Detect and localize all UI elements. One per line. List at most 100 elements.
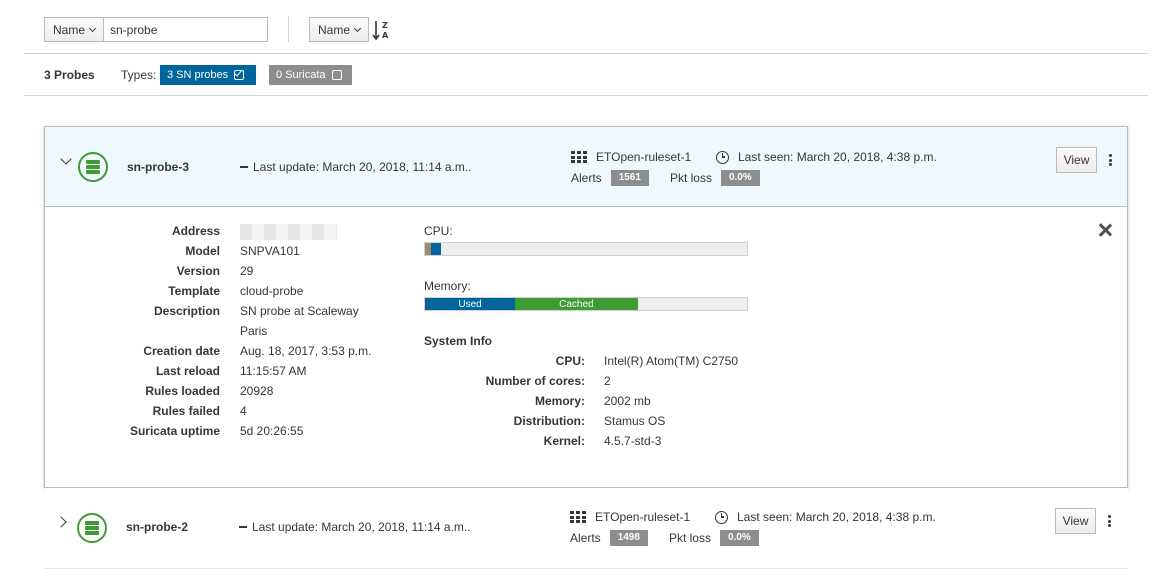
probe-metrics: Alerts 1561 Pkt loss 0.0% xyxy=(571,170,760,186)
system-info-key: CPU: xyxy=(555,354,585,368)
detail-key: Version xyxy=(176,264,220,278)
probe-row[interactable]: sn-probe-2 Last update: March 20, 2018, … xyxy=(44,488,1128,569)
filter-input[interactable]: sn-probe xyxy=(103,17,268,42)
last-seen: Last seen: March 20, 2018, 4:38 p.m. xyxy=(716,150,937,164)
memory-cached-segment: Cached xyxy=(515,298,638,310)
detail-value: 11:15:57 AM xyxy=(240,364,307,378)
filter-input-value: sn-probe xyxy=(110,22,158,37)
detail-key: Suricata uptime xyxy=(129,424,220,438)
grid-icon xyxy=(571,151,587,163)
filter-field-label: Name xyxy=(52,22,85,37)
chevron-right-icon[interactable] xyxy=(55,516,67,528)
detail-value: 20928 xyxy=(240,384,274,398)
probe-details: Address Model SNPVA101 Version 29 Template clo… xyxy=(45,207,1127,487)
memory-cached-label: Cached xyxy=(559,298,594,310)
detail-value: SNPVA101 xyxy=(240,244,300,258)
checkbox-checked-icon xyxy=(234,70,245,80)
detail-key: Model xyxy=(185,244,220,258)
detail-key: Creation date xyxy=(143,344,220,358)
view-button[interactable]: View xyxy=(1056,147,1097,173)
probe-name: sn-probe-2 xyxy=(126,520,189,534)
chevron-down-icon xyxy=(88,24,97,32)
view-button[interactable]: View xyxy=(1055,508,1096,534)
memory-used-segment: Used xyxy=(425,298,516,310)
alerts-label: Alerts xyxy=(570,531,601,545)
system-info-key: Memory: xyxy=(534,394,585,408)
system-info-value: Stamus OS xyxy=(604,414,666,428)
detail-key: Rules loaded xyxy=(145,384,220,398)
toolbar-divider xyxy=(288,16,289,42)
clock-icon xyxy=(716,150,729,164)
pkt-loss-label: Pkt loss xyxy=(669,171,712,185)
system-info-title: System Info xyxy=(424,334,493,348)
last-update-text: Last update: March 20, 2018, 11:14 a.m.. xyxy=(252,520,471,534)
detail-value: SN probe at Scaleway xyxy=(240,304,359,318)
detail-value: Aug. 18, 2017, 3:53 p.m. xyxy=(240,344,372,358)
alerts-count-badge: 1498 xyxy=(609,530,648,546)
last-seen: Last seen: March 20, 2018, 4:38 p.m. xyxy=(715,510,936,524)
cpu-usage-bar xyxy=(424,242,748,256)
kebab-icon[interactable] xyxy=(1107,515,1111,527)
ruleset: ETOpen-ruleset-1 xyxy=(570,510,690,524)
detail-value: Paris xyxy=(240,324,268,338)
ruleset: ETOpen-ruleset-1 xyxy=(571,150,691,164)
dash-icon xyxy=(239,526,247,528)
memory-label: Memory: xyxy=(424,279,471,293)
memory-used-label: Used xyxy=(458,298,482,310)
system-info-key: Kernel: xyxy=(543,434,585,448)
system-info-value: Intel(R) Atom(TM) C2750 xyxy=(604,354,739,368)
probe-name: sn-probe-3 xyxy=(127,160,190,174)
probe-count: 3 Probes xyxy=(44,68,95,82)
detail-key: Template xyxy=(168,284,220,298)
last-seen-text: Last seen: March 20, 2018, 4:38 p.m. xyxy=(738,150,937,164)
server-icon xyxy=(77,513,107,543)
last-update: Last update: March 20, 2018, 11:14 a.m.. xyxy=(240,160,472,174)
sort-field-select[interactable]: Name xyxy=(309,17,369,42)
detail-key: Description xyxy=(153,304,220,318)
cpu-system-segment xyxy=(431,243,442,255)
last-update: Last update: March 20, 2018, 11:14 a.m.. xyxy=(239,520,471,534)
checkbox-unchecked-icon xyxy=(331,70,342,80)
alerts-label: Alerts xyxy=(571,171,602,185)
ruleset-name: ETOpen-ruleset-1 xyxy=(595,510,691,524)
chevron-down-icon[interactable] xyxy=(60,153,72,165)
probe-row-header[interactable]: sn-probe-3 Last update: March 20, 2018, … xyxy=(45,127,1127,207)
type-filter-suricata[interactable]: 0 Suricata xyxy=(269,65,352,85)
system-info-value: 4.5.7-std-3 xyxy=(604,434,662,448)
detail-key: Rules failed xyxy=(152,404,220,418)
system-info-value: 2 xyxy=(604,374,611,388)
address-redacted xyxy=(240,224,337,240)
detail-key: Address xyxy=(171,224,220,238)
svg-text:Z: Z xyxy=(382,21,388,30)
probe-metrics: Alerts 1498 Pkt loss 0.0% xyxy=(570,530,759,546)
clock-icon xyxy=(715,510,728,524)
detail-key: Last reload xyxy=(155,364,220,378)
sort-field-label: Name xyxy=(317,22,350,37)
close-icon[interactable] xyxy=(1098,223,1112,237)
cpu-label: CPU: xyxy=(424,224,453,238)
detail-value: 4 xyxy=(240,404,247,418)
filter-field-select[interactable]: Name xyxy=(44,17,104,42)
probes-summary-bar: 3 Probes Types: 3 SN probes 0 Suricata xyxy=(24,54,1148,96)
pkt-loss-badge: 0.0% xyxy=(719,530,759,546)
detail-value: 29 xyxy=(240,264,254,278)
grid-icon xyxy=(570,511,586,523)
types-label: Types: xyxy=(121,68,157,82)
probe-card-expanded: sn-probe-3 Last update: March 20, 2018, … xyxy=(44,126,1128,488)
pkt-loss-badge: 0.0% xyxy=(720,170,760,186)
sort-alpha-desc-icon[interactable]: Z A xyxy=(372,19,390,41)
kebab-icon[interactable] xyxy=(1108,154,1112,166)
system-info-value: 2002 mb xyxy=(604,394,651,408)
ruleset-name: ETOpen-ruleset-1 xyxy=(596,150,692,164)
pkt-loss-label: Pkt loss xyxy=(668,531,711,545)
last-update-text: Last update: March 20, 2018, 11:14 a.m.. xyxy=(253,160,472,174)
last-seen-text: Last seen: March 20, 2018, 4:38 p.m. xyxy=(737,510,936,524)
filter-toolbar: Name sn-probe Name Z A xyxy=(24,0,1148,54)
dash-icon xyxy=(240,166,248,168)
detail-value: cloud-probe xyxy=(240,284,304,298)
type-filter-sn-probes[interactable]: 3 SN probes xyxy=(160,65,256,85)
system-info-key: Number of cores: xyxy=(485,374,585,388)
chevron-down-icon xyxy=(353,24,362,32)
svg-text:A: A xyxy=(382,31,389,40)
alerts-count-badge: 1561 xyxy=(610,170,649,186)
